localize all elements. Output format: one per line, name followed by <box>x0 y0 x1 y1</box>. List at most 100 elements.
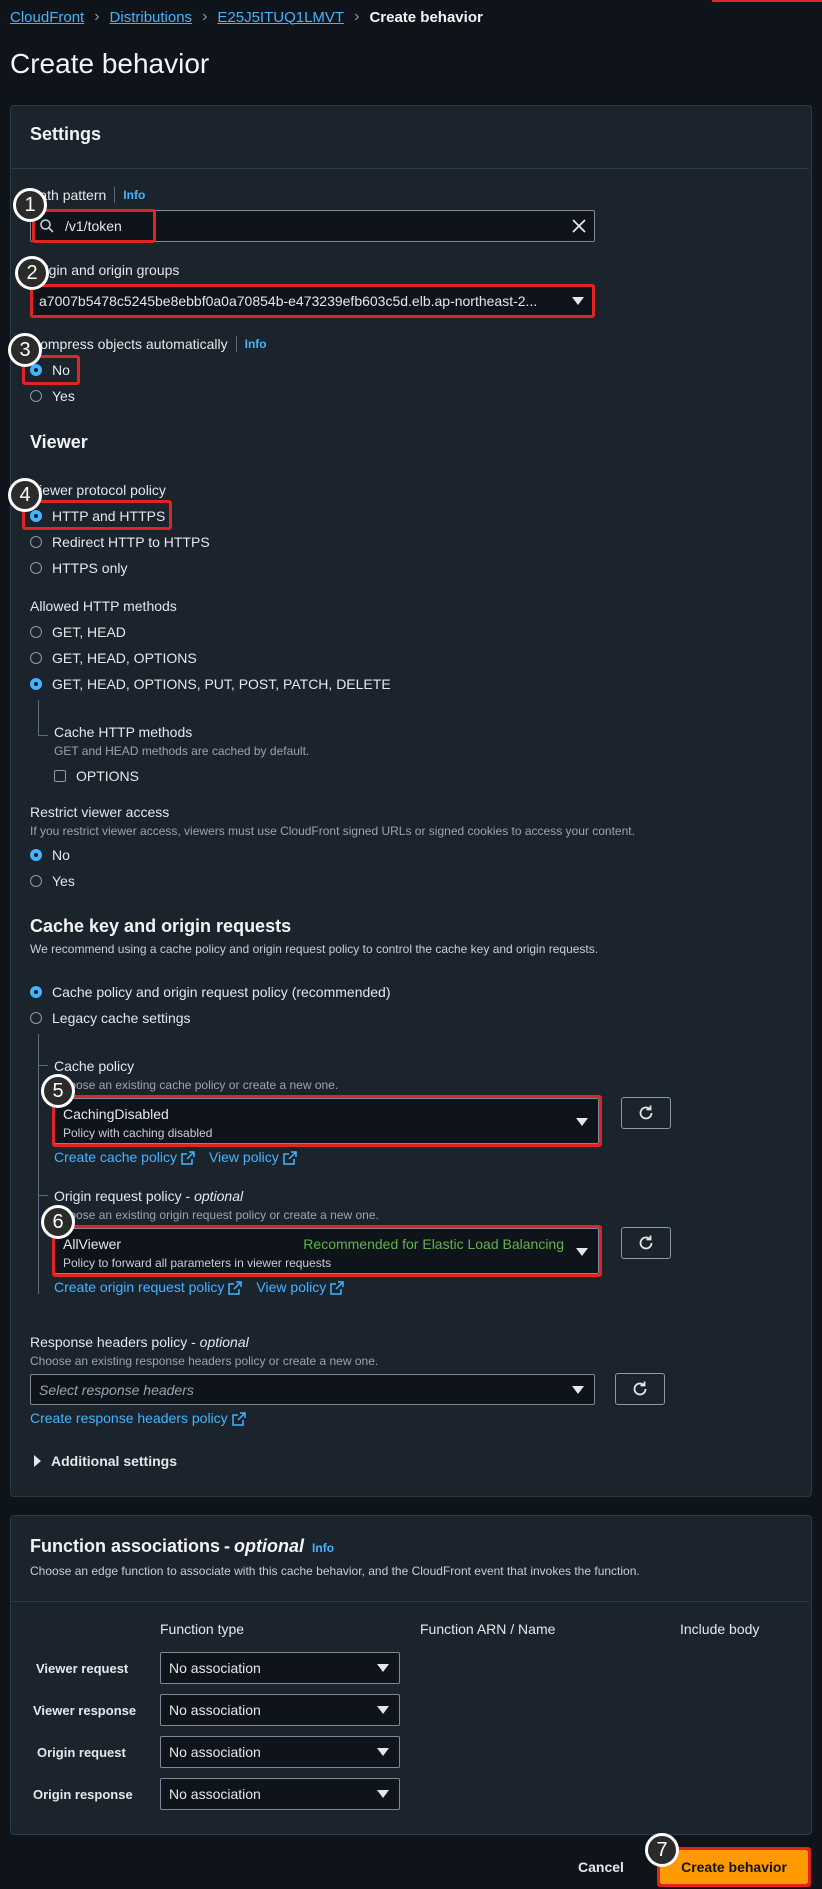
caret-down-icon <box>377 1664 389 1672</box>
external-link-icon <box>282 1151 297 1166</box>
tree-line <box>38 700 39 736</box>
select-value: No association <box>169 1660 261 1676</box>
cache-option-legacy[interactable]: Legacy cache settings <box>30 1010 191 1026</box>
radio-label: GET, HEAD, OPTIONS, PUT, POST, PATCH, DE… <box>52 676 391 692</box>
protocol-option-redirect[interactable]: Redirect HTTP to HTTPS <box>30 534 210 550</box>
protocol-option-https-only[interactable]: HTTPS only <box>30 560 127 576</box>
breadcrumb-cloudfront-link[interactable]: CloudFront <box>10 9 84 26</box>
highlight-box <box>30 284 595 318</box>
restrict-option-no[interactable]: No <box>30 847 70 863</box>
restrict-option-yes[interactable]: Yes <box>30 873 75 889</box>
highlight-box <box>657 1847 811 1887</box>
refresh-icon <box>639 1105 653 1120</box>
step-badge: 4 <box>8 478 42 512</box>
radio-button[interactable] <box>30 678 42 690</box>
cache-methods-options-checkbox[interactable]: OPTIONS <box>54 768 139 784</box>
step-badge: 1 <box>13 188 47 222</box>
viewer-request-function-select[interactable]: No association <box>160 1652 400 1684</box>
radio-button[interactable] <box>30 390 42 402</box>
settings-heading: Settings <box>30 124 102 144</box>
cache-policy-links: Create cache policy View policy <box>54 1149 297 1166</box>
methods-option-get-head[interactable]: GET, HEAD <box>30 624 126 640</box>
methods-option-get-head-options[interactable]: GET, HEAD, OPTIONS <box>30 650 197 666</box>
breadcrumb-distributions-link[interactable]: Distributions <box>110 9 193 26</box>
col-function-arn: Function ARN / Name <box>420 1621 556 1637</box>
checkbox[interactable] <box>54 770 66 782</box>
radio-button[interactable] <box>30 626 42 638</box>
radio-button[interactable] <box>30 562 42 574</box>
cancel-button[interactable]: Cancel <box>578 1859 624 1875</box>
external-link-icon <box>231 1412 246 1427</box>
cache-desc: We recommend using a cache policy and or… <box>30 942 599 956</box>
radio-label: HTTPS only <box>52 560 128 576</box>
radio-label: Redirect HTTP to HTTPS <box>52 534 210 550</box>
function-heading: Function associations <box>30 1536 221 1556</box>
origin-request-policy-desc: Choose an existing origin request policy… <box>54 1208 379 1222</box>
function-divider <box>11 1601 809 1602</box>
response-headers-label-row: Response headers policy - optional <box>30 1334 249 1350</box>
radio-button[interactable] <box>30 849 42 861</box>
origin-request-function-select[interactable]: No association <box>160 1736 400 1768</box>
compress-info-link[interactable]: Info <box>245 337 267 351</box>
highlight-box <box>52 1095 602 1147</box>
radio-button[interactable] <box>30 1012 42 1024</box>
radio-label: Yes <box>52 873 75 889</box>
cache-option-policy[interactable]: Cache policy and origin request policy (… <box>30 984 391 1000</box>
radio-label: Legacy cache settings <box>52 1010 191 1026</box>
checkbox-label: OPTIONS <box>76 768 140 784</box>
select-value: No association <box>169 1786 261 1802</box>
caret-right-icon <box>34 1455 41 1467</box>
origin-request-policy-label-row: Origin request policy - optional <box>54 1188 244 1204</box>
create-response-headers-policy-link[interactable]: Create response headers policy <box>30 1410 246 1427</box>
radio-button[interactable] <box>30 875 42 887</box>
top-accent-bar <box>712 0 822 2</box>
step-badge: 3 <box>8 333 42 367</box>
radio-button[interactable] <box>30 536 42 548</box>
origin-response-function-select[interactable]: No association <box>160 1778 400 1810</box>
cache-policy-label: Cache policy <box>54 1058 135 1074</box>
clear-icon[interactable] <box>572 219 586 233</box>
radio-button[interactable] <box>30 652 42 664</box>
function-info-link[interactable]: Info <box>312 1541 334 1555</box>
tree-line <box>38 1065 48 1066</box>
origin-request-policy-links: Create origin request policy View policy <box>54 1279 344 1296</box>
cache-methods-label: Cache HTTP methods <box>54 724 193 740</box>
tree-line <box>38 1195 48 1196</box>
select-value: No association <box>169 1702 261 1718</box>
origin-request-policy-label: Origin request policy <box>54 1188 182 1204</box>
methods-option-all[interactable]: GET, HEAD, OPTIONS, PUT, POST, PATCH, DE… <box>30 676 391 692</box>
link-text: View policy <box>256 1279 327 1295</box>
breadcrumb-distribution-link[interactable]: E25J5ITUQ1LMVT <box>217 9 344 26</box>
info-separator <box>114 187 116 203</box>
refresh-icon <box>633 1381 647 1396</box>
create-origin-request-policy-link[interactable]: Create origin request policy <box>54 1279 243 1296</box>
response-headers-select[interactable]: Select response headers <box>30 1374 595 1405</box>
cache-heading: Cache key and origin requests <box>30 916 292 936</box>
compress-option-yes[interactable]: Yes <box>30 388 75 404</box>
step-badge: 6 <box>41 1205 75 1239</box>
chevron-right-icon: › <box>354 8 360 25</box>
origin-request-policy-refresh-button[interactable] <box>621 1227 671 1259</box>
link-text: Create cache policy <box>54 1149 177 1165</box>
view-origin-request-policy-link[interactable]: View policy <box>256 1279 344 1296</box>
breadcrumb: CloudFront › Distributions › E25J5ITUQ1L… <box>10 8 483 26</box>
external-link-icon <box>181 1151 195 1166</box>
step-badge: 5 <box>41 1074 75 1108</box>
optional-tag: optional <box>234 1536 305 1556</box>
caret-down-icon <box>377 1790 389 1798</box>
response-headers-label: Response headers policy <box>30 1334 188 1350</box>
viewer-response-function-select[interactable]: No association <box>160 1694 400 1726</box>
additional-settings-toggle[interactable]: Additional settings <box>34 1453 177 1469</box>
radio-label: No <box>52 847 70 863</box>
create-cache-policy-link[interactable]: Create cache policy <box>54 1149 195 1166</box>
col-include-body: Include body <box>680 1621 760 1637</box>
radio-button[interactable] <box>30 986 42 998</box>
view-cache-policy-link[interactable]: View policy <box>209 1149 297 1166</box>
compress-label: Compress objects automatically <box>30 336 228 352</box>
response-headers-refresh-button[interactable] <box>615 1373 665 1405</box>
compress-label-row: Compress objects automatically Info <box>30 336 267 352</box>
refresh-icon <box>639 1235 653 1250</box>
cache-policy-refresh-button[interactable] <box>621 1097 671 1129</box>
path-pattern-info-link[interactable]: Info <box>123 188 145 202</box>
viewer-protocol-label: Viewer protocol policy <box>30 482 166 498</box>
